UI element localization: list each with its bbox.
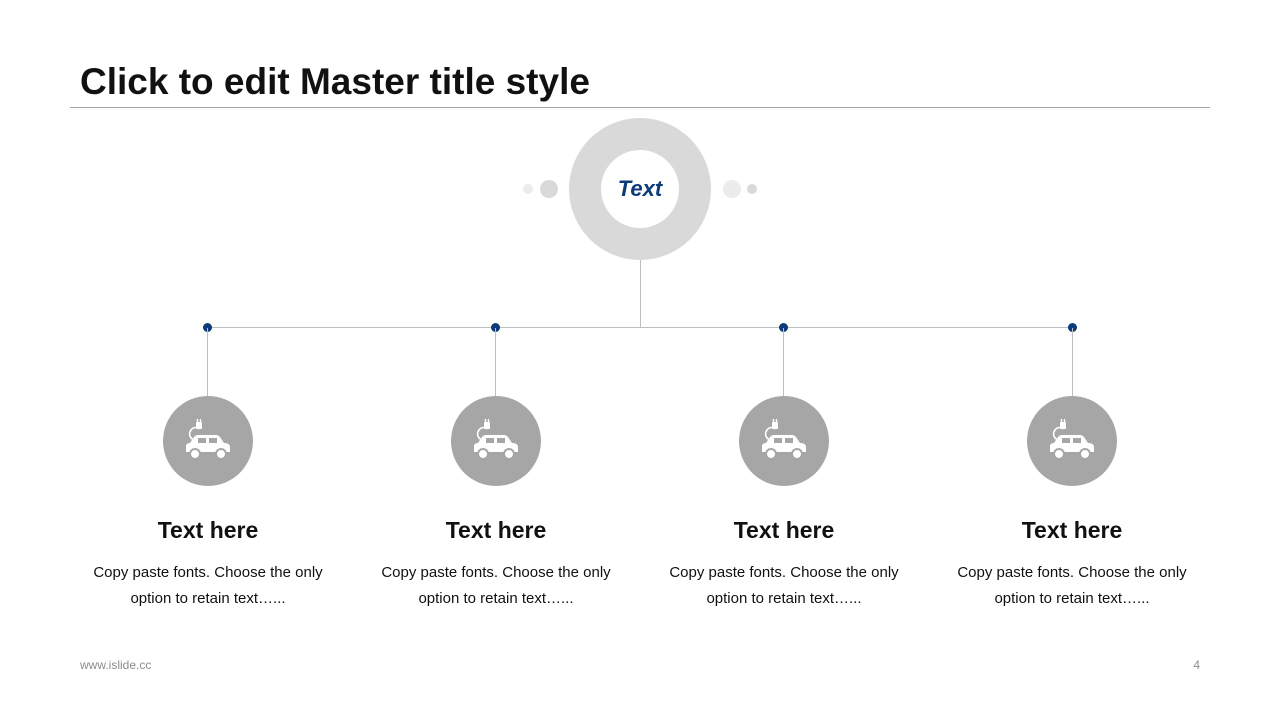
item-title[interactable]: Text here (366, 512, 626, 548)
icon-circle (163, 396, 253, 486)
branch-line (208, 327, 1073, 328)
item-description[interactable]: Copy paste fonts. Choose the only option… (366, 560, 626, 612)
footer-url: www.islide.cc (80, 658, 152, 672)
electric-car-icon (474, 419, 518, 460)
item-column: Text here Copy paste fonts. Choose the o… (366, 512, 626, 612)
center-hub: Text (601, 150, 679, 228)
decorative-dot (723, 180, 741, 198)
page-number: 4 (1193, 658, 1200, 672)
item-title[interactable]: Text here (78, 512, 338, 548)
decorative-dot (540, 180, 558, 198)
item-description[interactable]: Copy paste fonts. Choose the only option… (942, 560, 1202, 612)
item-title[interactable]: Text here (942, 512, 1202, 548)
branch-stem (495, 328, 496, 396)
item-column: Text here Copy paste fonts. Choose the o… (654, 512, 914, 612)
decorative-dot (523, 184, 533, 194)
branch-stem (207, 328, 208, 396)
item-title[interactable]: Text here (654, 512, 914, 548)
electric-car-icon (186, 419, 230, 460)
branch-stem (783, 328, 784, 396)
branch-stem (1072, 328, 1073, 396)
icon-circle (739, 396, 829, 486)
icon-circle (451, 396, 541, 486)
item-column: Text here Copy paste fonts. Choose the o… (78, 512, 338, 612)
decorative-dot (747, 184, 757, 194)
hub-connector (640, 260, 641, 328)
item-description[interactable]: Copy paste fonts. Choose the only option… (654, 560, 914, 612)
title-divider (70, 107, 1210, 108)
icon-circle (1027, 396, 1117, 486)
slide-title[interactable]: Click to edit Master title style (80, 60, 590, 104)
item-description[interactable]: Copy paste fonts. Choose the only option… (78, 560, 338, 612)
electric-car-icon (762, 419, 806, 460)
item-column: Text here Copy paste fonts. Choose the o… (942, 512, 1202, 612)
center-hub-label[interactable]: Text (618, 176, 662, 202)
electric-car-icon (1050, 419, 1094, 460)
